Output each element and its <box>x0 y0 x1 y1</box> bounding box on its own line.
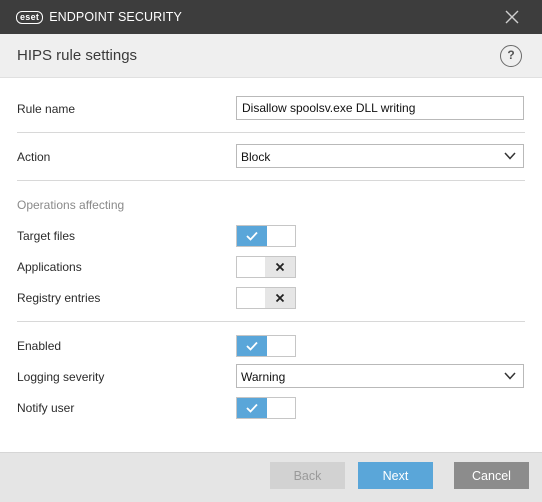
target-files-label: Target files <box>17 229 76 243</box>
toggle-knob <box>265 288 295 308</box>
dialog-footer: Back Next Cancel <box>0 452 542 502</box>
logging-severity-select[interactable]: Warning <box>236 364 524 388</box>
toggle-knob <box>237 226 267 246</box>
notify-user-toggle[interactable] <box>236 397 296 419</box>
action-select[interactable]: Block <box>236 144 524 168</box>
dialog-header: HIPS rule settings ? <box>0 34 542 78</box>
next-button[interactable]: Next <box>358 462 433 489</box>
enabled-toggle[interactable] <box>236 335 296 357</box>
operations-section-label: Operations affecting <box>17 198 125 212</box>
toggle-knob <box>237 336 267 356</box>
chevron-down-icon <box>504 372 516 380</box>
enabled-label: Enabled <box>17 339 62 353</box>
close-button[interactable] <box>504 9 520 25</box>
applications-label: Applications <box>17 260 82 274</box>
action-label: Action <box>17 150 51 164</box>
toggle-knob <box>265 257 295 277</box>
close-icon <box>505 10 519 24</box>
eset-logo-badge: eset <box>16 10 44 24</box>
rule-name-input[interactable] <box>236 96 524 120</box>
registry-entries-toggle[interactable] <box>236 287 296 309</box>
help-button[interactable]: ? <box>500 45 522 67</box>
cross-icon <box>275 262 285 272</box>
target-files-toggle[interactable] <box>236 225 296 247</box>
checkmark-icon <box>246 341 258 351</box>
notify-user-label: Notify user <box>17 401 75 415</box>
cancel-button[interactable]: Cancel <box>454 462 529 489</box>
chevron-down-icon <box>504 152 516 160</box>
cross-icon <box>275 293 285 303</box>
rule-name-label: Rule name <box>17 102 76 116</box>
app-name: ENDPOINT SECURITY <box>49 10 182 24</box>
divider <box>17 132 525 133</box>
logging-severity-value: Warning <box>241 370 286 384</box>
registry-entries-label: Registry entries <box>17 291 101 305</box>
back-button[interactable]: Back <box>270 462 345 489</box>
logging-severity-label: Logging severity <box>17 370 105 384</box>
checkmark-icon <box>246 231 258 241</box>
app-logo: eset ENDPOINT SECURITY <box>16 10 182 24</box>
checkmark-icon <box>246 403 258 413</box>
title-bar: eset ENDPOINT SECURITY <box>0 0 542 34</box>
toggle-knob <box>237 398 267 418</box>
divider <box>17 180 525 181</box>
divider <box>17 321 525 322</box>
page-title: HIPS rule settings <box>17 47 138 64</box>
applications-toggle[interactable] <box>236 256 296 278</box>
action-select-value: Block <box>241 150 271 164</box>
